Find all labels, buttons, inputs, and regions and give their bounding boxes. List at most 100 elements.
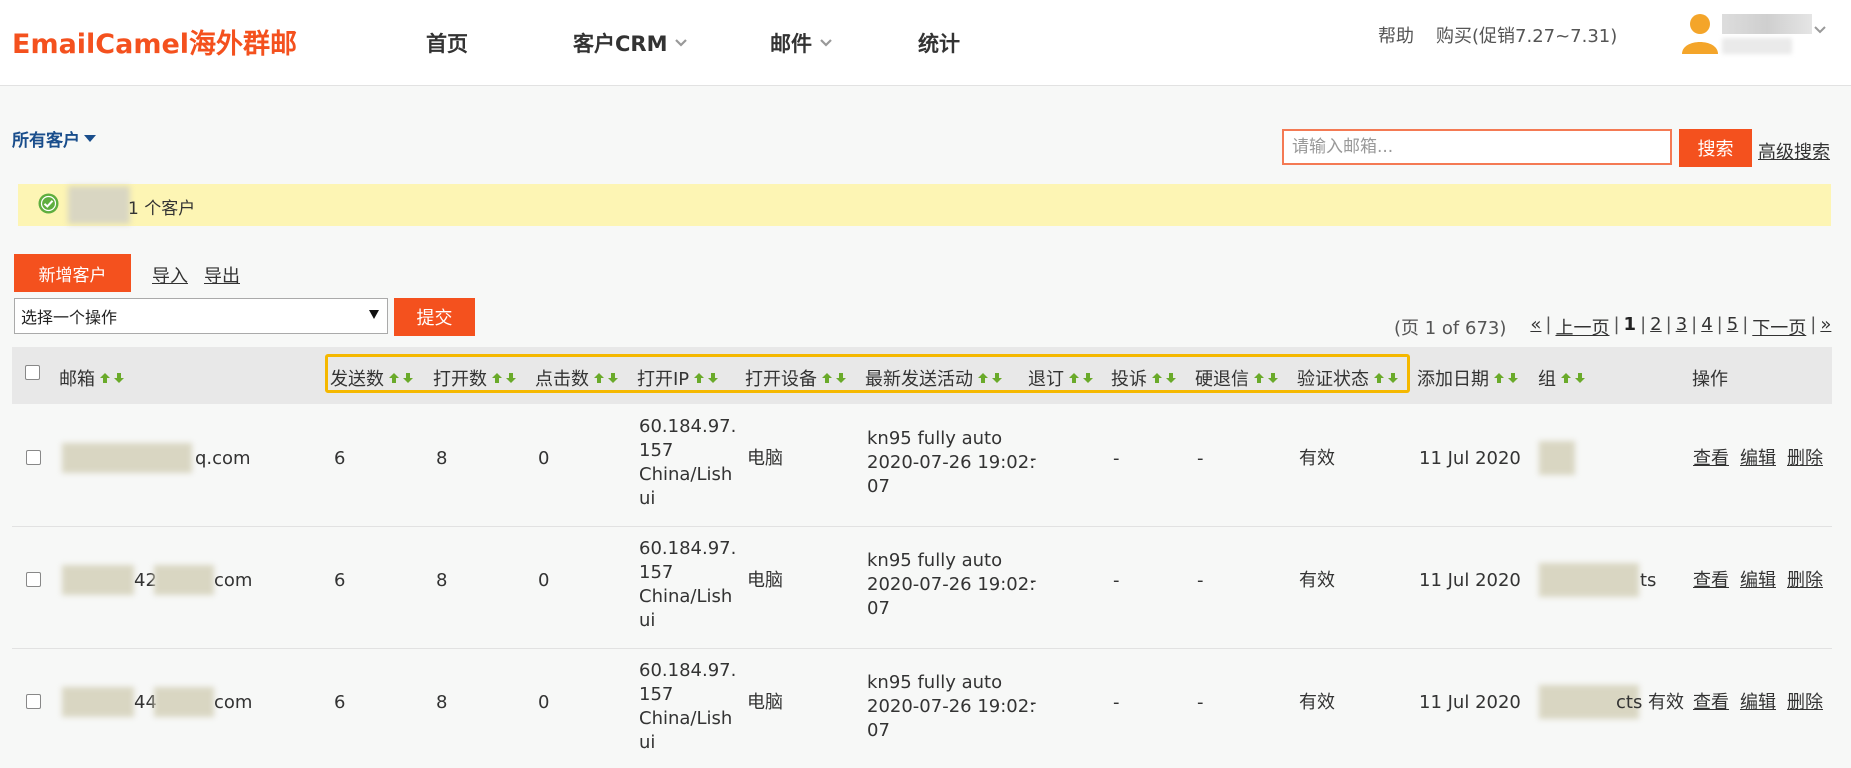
sort-arrows-icon[interactable] — [593, 372, 619, 384]
row-checkbox[interactable] — [26, 450, 41, 465]
select-all-checkbox[interactable] — [25, 365, 40, 380]
sort-arrows-icon[interactable] — [1560, 372, 1586, 384]
sort-down-icon[interactable] — [1165, 372, 1177, 384]
sort-arrows-icon[interactable] — [977, 372, 1003, 384]
advanced-search-link[interactable]: 高级搜索 — [1758, 138, 1830, 164]
sort-arrows-icon[interactable] — [491, 372, 517, 384]
page-4-link[interactable]: 4 — [1701, 314, 1712, 340]
help-link[interactable]: 帮助 — [1378, 22, 1414, 48]
row-checkbox[interactable] — [26, 694, 41, 709]
activity-line: 2020-07-26 19:02: — [867, 696, 1036, 717]
app-logo[interactable]: EmailCamel海外群邮 — [12, 22, 297, 61]
col-open-device[interactable]: 打开设备 — [745, 365, 847, 391]
first-page-link[interactable]: « — [1530, 314, 1541, 340]
nav-mail[interactable]: 邮件 — [770, 28, 834, 58]
sort-down-icon[interactable] — [505, 372, 517, 384]
sort-up-icon[interactable] — [977, 372, 989, 384]
sort-arrows-icon[interactable] — [1253, 372, 1279, 384]
added-date: 11 Jul 2020 — [1419, 448, 1521, 469]
sort-down-icon[interactable] — [1267, 372, 1279, 384]
sort-up-icon[interactable] — [821, 372, 833, 384]
nav-crm[interactable]: 客户CRM — [573, 28, 689, 58]
view-link[interactable]: 查看 — [1693, 447, 1729, 471]
sort-arrows-icon[interactable] — [1493, 372, 1519, 384]
sort-down-icon[interactable] — [1082, 372, 1094, 384]
sort-up-icon[interactable] — [491, 372, 503, 384]
complaint-value: - — [1113, 570, 1120, 591]
col-open-ip[interactable]: 打开IP — [637, 365, 719, 391]
import-link[interactable]: 导入 — [152, 262, 188, 288]
sort-arrows-icon[interactable] — [99, 372, 125, 384]
export-link[interactable]: 导出 — [204, 262, 240, 288]
view-link[interactable]: 查看 — [1693, 691, 1729, 715]
all-customers-dropdown[interactable]: 所有客户 — [12, 126, 96, 151]
sort-up-icon[interactable] — [1560, 372, 1572, 384]
sort-up-icon[interactable] — [99, 372, 111, 384]
table-header: 邮箱 发送数 打开数 点击数 打开IP 打开设备 最新发送活动 退订 投诉 硬退… — [12, 347, 1832, 404]
operation-select[interactable]: 选择一个操作 — [14, 298, 388, 334]
add-customer-button[interactable]: 新增客户 — [14, 254, 131, 292]
table-row[interactable]: 42 com 6 8 0 60.184.97. 157 China/Lish ui 电脑 kn95 … — [12, 527, 1832, 649]
top-bar: EmailCamel海外群邮 首页 客户CRM 邮件 统计 帮助 购买(促销7.… — [0, 0, 1851, 86]
page-5-link[interactable]: 5 — [1727, 314, 1738, 340]
sort-up-icon[interactable] — [1373, 372, 1385, 384]
sort-down-icon[interactable] — [707, 372, 719, 384]
sort-up-icon[interactable] — [593, 372, 605, 384]
sort-up-icon[interactable] — [693, 372, 705, 384]
col-group[interactable]: 组 — [1538, 365, 1586, 391]
col-clicks[interactable]: 点击数 — [535, 365, 619, 391]
next-page-link[interactable]: 下一页 — [1752, 314, 1806, 340]
edit-link[interactable]: 编辑 — [1740, 447, 1776, 471]
user-avatar-icon[interactable] — [1680, 12, 1720, 54]
sort-arrows-icon[interactable] — [693, 372, 719, 384]
submit-button[interactable]: 提交 — [394, 298, 475, 336]
sort-arrows-icon[interactable] — [1373, 372, 1399, 384]
col-added-date[interactable]: 添加日期 — [1417, 365, 1519, 391]
nav-home[interactable]: 首页 — [426, 28, 468, 58]
sort-arrows-icon[interactable] — [821, 372, 847, 384]
sort-down-icon[interactable] — [1574, 372, 1586, 384]
last-page-link[interactable]: » — [1820, 314, 1831, 340]
table-row[interactable]: 44 com 6 8 0 60.184.97. 157 China/Lish ui 电脑 kn95 … — [12, 649, 1832, 768]
sort-down-icon[interactable] — [402, 372, 414, 384]
col-complaint[interactable]: 投诉 — [1111, 365, 1177, 391]
sort-down-icon[interactable] — [113, 372, 125, 384]
sort-down-icon[interactable] — [607, 372, 619, 384]
email-search-input[interactable] — [1282, 129, 1672, 165]
col-sent[interactable]: 发送数 — [330, 365, 414, 391]
sort-up-icon[interactable] — [388, 372, 400, 384]
col-verify-status[interactable]: 验证状态 — [1297, 365, 1399, 391]
delete-link[interactable]: 删除 — [1787, 569, 1823, 593]
chevron-down-icon[interactable] — [1812, 22, 1828, 38]
edit-link[interactable]: 编辑 — [1740, 569, 1776, 593]
sort-down-icon[interactable] — [1387, 372, 1399, 384]
sort-up-icon[interactable] — [1151, 372, 1163, 384]
delete-link[interactable]: 删除 — [1787, 691, 1823, 715]
col-email[interactable]: 邮箱 — [59, 365, 125, 391]
buy-link[interactable]: 购买(促销7.27~7.31) — [1436, 22, 1617, 48]
col-opens[interactable]: 打开数 — [433, 365, 517, 391]
sort-up-icon[interactable] — [1493, 372, 1505, 384]
col-latest-activity[interactable]: 最新发送活动 — [865, 365, 1003, 391]
sort-down-icon[interactable] — [991, 372, 1003, 384]
edit-link[interactable]: 编辑 — [1740, 691, 1776, 715]
page-2-link[interactable]: 2 — [1650, 314, 1661, 340]
sort-arrows-icon[interactable] — [1068, 372, 1094, 384]
page-3-link[interactable]: 3 — [1676, 314, 1687, 340]
sort-arrows-icon[interactable] — [388, 372, 414, 384]
delete-link[interactable]: 删除 — [1787, 447, 1823, 471]
view-link[interactable]: 查看 — [1693, 569, 1729, 593]
prev-page-link[interactable]: 上一页 — [1555, 314, 1609, 340]
table-row[interactable]: q.com 6 8 0 60.184.97. 157 China/Lish ui 电脑 kn95 … — [12, 405, 1832, 527]
sort-down-icon[interactable] — [1507, 372, 1519, 384]
nav-stats[interactable]: 统计 — [918, 28, 960, 58]
col-unsubscribe[interactable]: 退订 — [1028, 365, 1094, 391]
row-checkbox[interactable] — [26, 572, 41, 587]
sort-up-icon[interactable] — [1068, 372, 1080, 384]
sort-up-icon[interactable] — [1253, 372, 1265, 384]
sort-down-icon[interactable] — [835, 372, 847, 384]
sort-arrows-icon[interactable] — [1151, 372, 1177, 384]
search-button[interactable]: 搜索 — [1679, 129, 1752, 167]
redacted-email-part — [62, 443, 192, 473]
col-hard-bounce[interactable]: 硬退信 — [1195, 365, 1279, 391]
